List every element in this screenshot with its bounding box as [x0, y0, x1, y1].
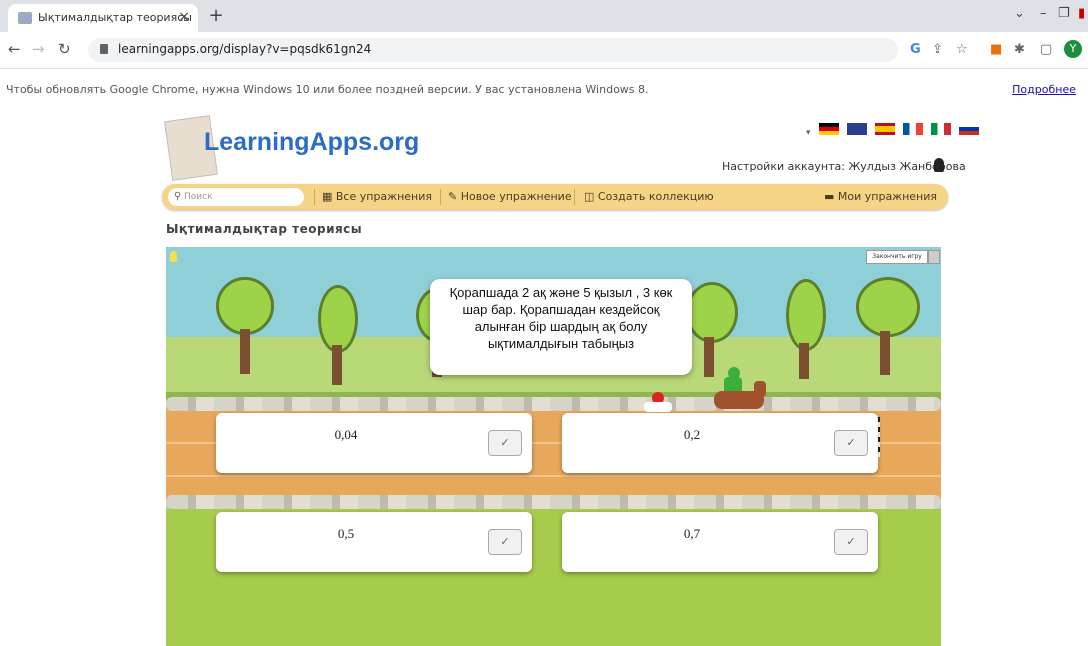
flag-it-icon[interactable] [931, 123, 951, 135]
profile-avatar[interactable]: Y [1064, 40, 1082, 58]
answer-card[interactable]: 0,5 ✓ [216, 512, 532, 572]
answer-text: 0,2 [683, 427, 701, 442]
check-button[interactable]: ✓ [488, 430, 522, 456]
page-title: Ықтималдықтар теориясы [166, 222, 363, 236]
flag-es-icon[interactable] [874, 123, 895, 135]
back-icon[interactable]: ← [8, 40, 21, 58]
lightbulb-icon[interactable] [170, 251, 177, 262]
site-navbar: ⚲ Поиск ▦ Все упражнения ✎ Новое упражне… [162, 184, 948, 210]
share-icon[interactable]: ⇪ [932, 42, 943, 57]
nav-my-exercises-label: Мои упражнения [837, 190, 938, 203]
user-icon[interactable] [934, 158, 944, 172]
answer-card[interactable]: 0,04 ✓ [216, 413, 532, 473]
answer-text: 0,04 [334, 427, 358, 442]
question-card: Қорапшада 2 ақ және 5 қызыл , 3 көк шар … [430, 279, 692, 375]
answer-card[interactable]: 0,7 ✓ [562, 512, 878, 572]
more-info-link[interactable]: Подробнее [1012, 83, 1076, 96]
chevron-down-icon[interactable]: ▾ [806, 128, 811, 138]
favicon-icon [18, 12, 32, 24]
tab-title: Ықтималдықтар теориясы [38, 11, 192, 24]
nav-create-collection[interactable]: ◫ Создать коллекцию [584, 190, 714, 203]
puzzle-icon[interactable]: ✱ [1014, 42, 1025, 57]
stone-border [166, 397, 941, 411]
search-input[interactable]: ⚲ Поиск [168, 188, 304, 206]
browser-tab[interactable]: Ықтималдықтар теориясы × [8, 4, 198, 32]
address-bar[interactable]: learningapps.org/display?v=pqsdk61gn24 [88, 38, 898, 62]
sidepanel-icon[interactable]: ▢ [1040, 42, 1052, 57]
grid-icon: ▦ [322, 190, 336, 203]
google-icon[interactable]: G [910, 42, 921, 57]
forward-icon[interactable]: → [32, 40, 45, 58]
reload-icon[interactable]: ↻ [58, 40, 71, 58]
jockey-horse-icon [714, 367, 768, 415]
restore-icon[interactable]: ❐ [1058, 6, 1070, 21]
stone-border [166, 495, 941, 509]
update-infobar: Чтобы обновлять Google Chrome, нужна Win… [0, 69, 1088, 109]
site-logo[interactable]: LearningApps.org [204, 128, 419, 157]
infobar-message: Чтобы обновлять Google Chrome, нужна Win… [6, 83, 649, 96]
nav-all-exercises-label: Все упражнения [335, 190, 433, 203]
bookmark-star-icon[interactable]: ☆ [956, 42, 968, 57]
nav-my-exercises[interactable]: ▬ Мои упражнения [824, 190, 937, 203]
lock-icon [100, 44, 108, 54]
jockey-red-icon [644, 392, 674, 412]
question-text: Қорапшада 2 ақ және 5 қызыл , 3 көк шар … [449, 285, 673, 351]
nav-divider [574, 189, 575, 205]
answer-text: 0,7 [683, 526, 701, 541]
account-settings-link[interactable]: Настройки аккаунта: Жулдыз Жанберова [722, 160, 966, 173]
browser-toolbar: ← → ↻ learningapps.org/display?v=pqsdk61… [0, 32, 1088, 69]
close-tab-icon[interactable]: × [178, 9, 190, 25]
flag-fr-icon[interactable] [902, 123, 923, 135]
folder-icon: ▬ [824, 190, 838, 203]
flag-de-icon[interactable] [818, 123, 839, 135]
nav-divider [440, 189, 441, 205]
collection-icon: ◫ [584, 190, 598, 203]
search-placeholder: Поиск [184, 192, 213, 202]
nav-new-exercise[interactable]: ✎ Новое упражнение [448, 190, 572, 203]
nav-create-collection-label: Создать коллекцию [597, 190, 714, 203]
check-button[interactable]: ✓ [834, 430, 868, 456]
nav-new-exercise-label: Новое упражнение [460, 190, 572, 203]
track-line [166, 475, 941, 477]
flag-ru-icon[interactable] [959, 123, 980, 135]
extension-icon[interactable]: ■ [990, 42, 1002, 57]
language-flags: ▾ [806, 120, 980, 138]
minimize-icon[interactable]: – [1040, 6, 1047, 21]
finish-game-button[interactable]: Закончить игру [866, 250, 928, 264]
check-button[interactable]: ✓ [488, 529, 522, 555]
nav-all-exercises[interactable]: ▦ Все упражнения [322, 190, 432, 203]
flag-gb-icon[interactable] [846, 123, 867, 135]
game-area: 2/5 Закончить игру Қорапшада 2 ақ және 5… [166, 247, 941, 646]
search-icon: ⚲ [174, 191, 182, 202]
nav-divider [314, 189, 315, 205]
close-window-icon[interactable]: ▮ [1078, 6, 1085, 21]
chevron-down-icon[interactable]: ⌄ [1014, 6, 1025, 21]
pencil-icon: ✎ [448, 190, 461, 203]
url-text[interactable]: learningapps.org/display?v=pqsdk61gn24 [118, 42, 371, 56]
fullscreen-icon[interactable] [928, 250, 940, 264]
check-button[interactable]: ✓ [834, 529, 868, 555]
answer-card[interactable]: 0,2 ✓ [562, 413, 878, 473]
new-tab-button[interactable]: + [205, 5, 227, 27]
answer-text: 0,5 [337, 526, 355, 541]
browser-tab-bar: Ықтималдықтар теориясы × + ⌄ – ❐ ▮ [0, 0, 1088, 32]
